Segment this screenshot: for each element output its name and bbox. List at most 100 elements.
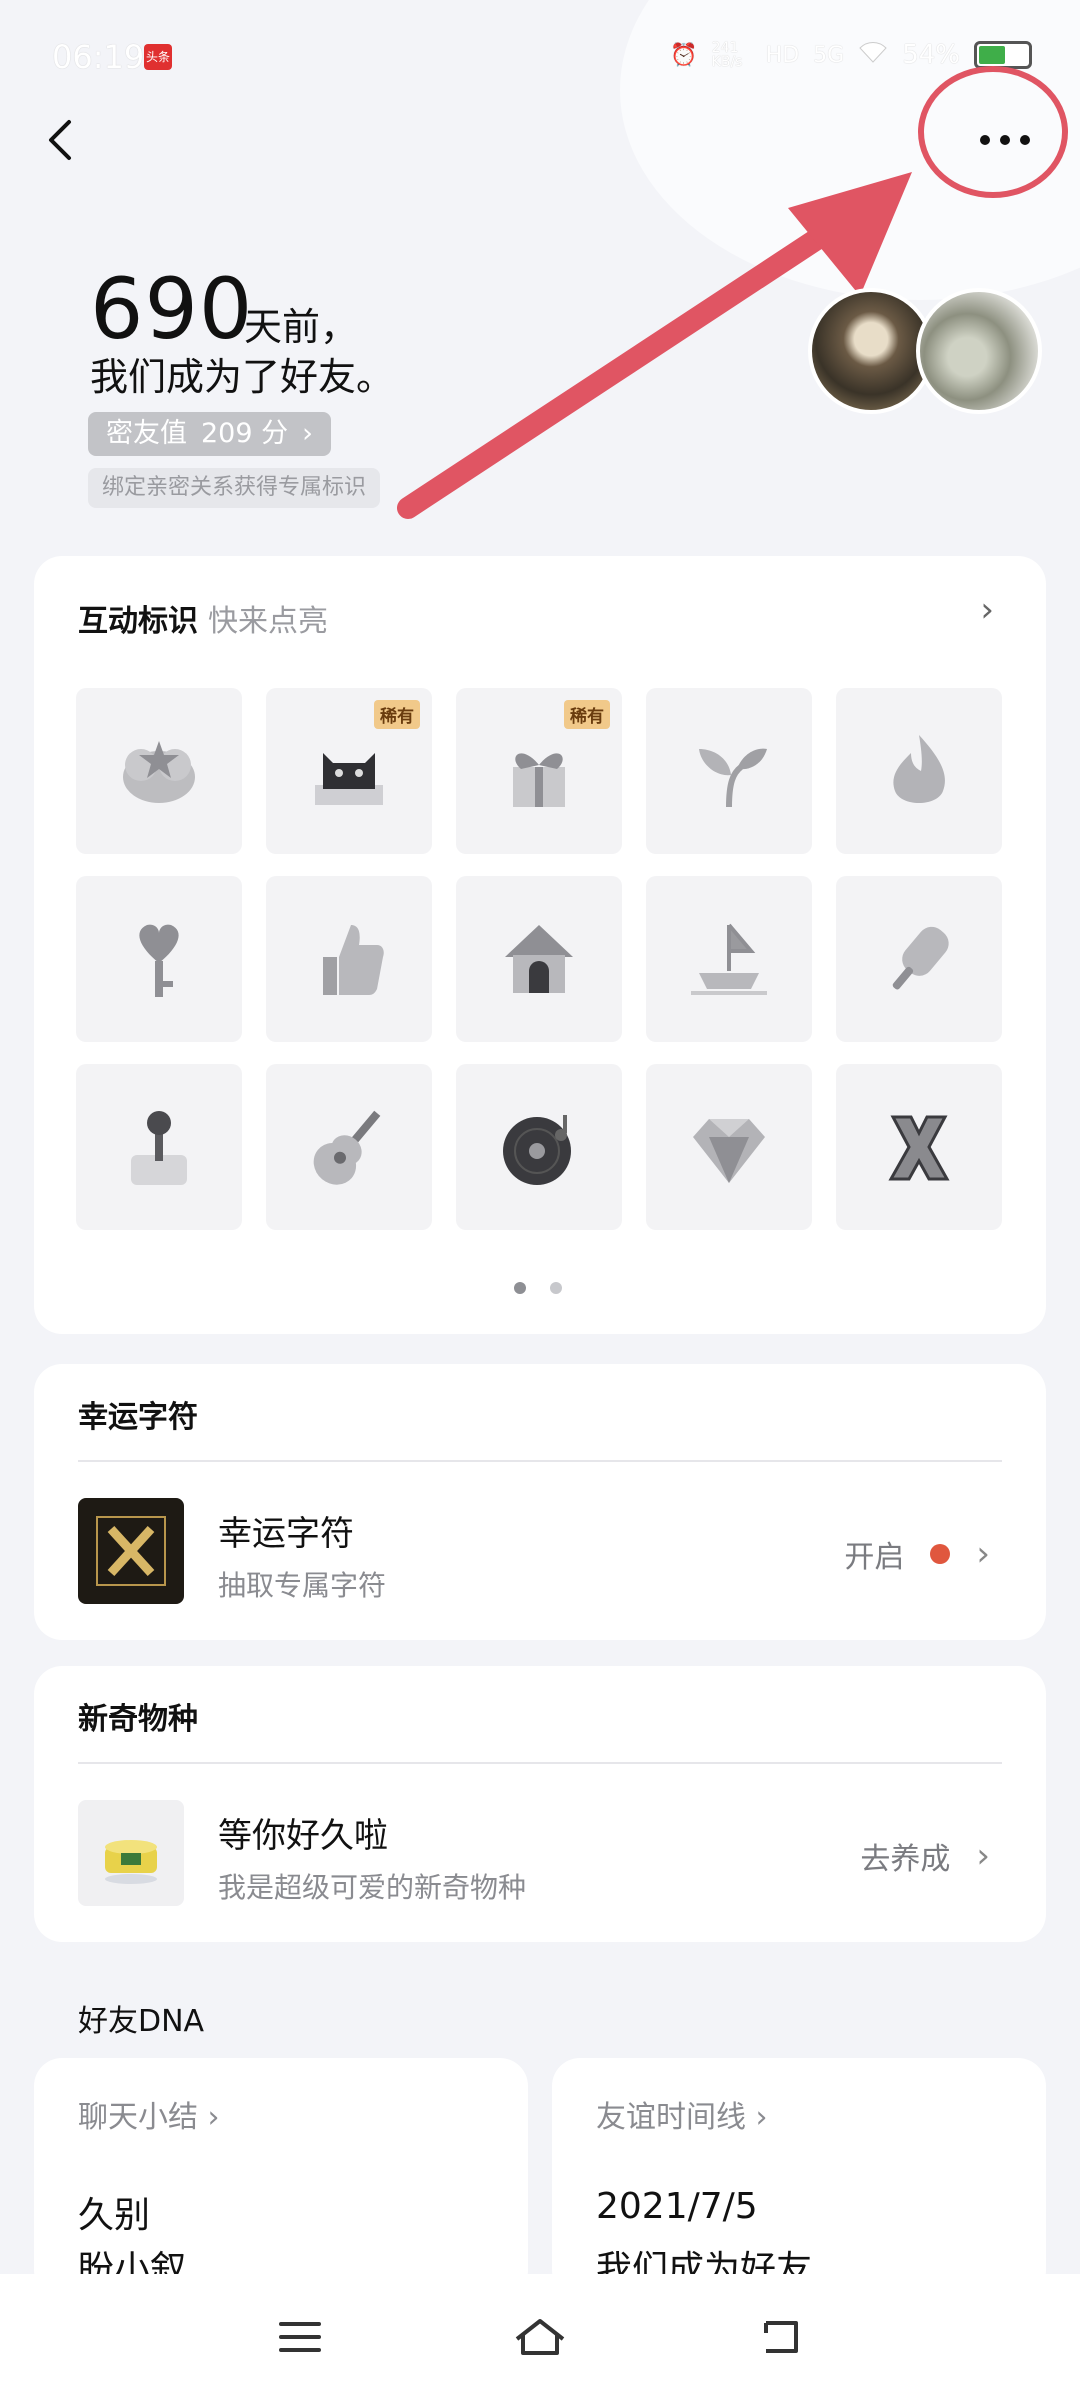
network-speed: 241 KB/s	[711, 40, 743, 70]
badge-diamond[interactable]	[646, 1064, 812, 1230]
news-app-icon: 头条	[144, 44, 172, 70]
home-icon	[515, 2319, 565, 2355]
flame-icon	[893, 735, 945, 803]
chat-summary-card[interactable]: 聊天小结 › 久别 盼小叙	[34, 2058, 528, 2298]
lucky-item-desc: 抽取专属字符	[218, 1569, 387, 1602]
friend-relationship-page: 06:19 头条 ⏰ 241 KB/s HD 5G 54% 690 天前， 我们	[0, 0, 1080, 2400]
badge-sailboat[interactable]	[646, 876, 812, 1042]
friend-dna-title: 好友DNA	[78, 2004, 205, 2039]
species-action-label: 去养成	[860, 1842, 951, 1877]
sprout-icon	[699, 748, 767, 808]
divider	[78, 1762, 1002, 1764]
system-navigation-bar	[0, 2274, 1080, 2400]
friend-avatar[interactable]	[916, 288, 1042, 414]
battery-icon	[974, 41, 1032, 69]
intimacy-label: 密友值	[106, 418, 187, 449]
lucky-item-title: 幸运字符	[218, 1514, 354, 1554]
days-count: 690	[90, 260, 254, 358]
badge-letter-x[interactable]	[836, 1064, 1002, 1230]
chevron-right-icon[interactable]: ›	[980, 590, 994, 630]
badge-star-cloud[interactable]	[76, 688, 242, 854]
guitar-icon	[313, 1110, 381, 1185]
letter-x-icon	[96, 1516, 166, 1586]
menu-icon	[279, 2322, 321, 2352]
badge-thumbs-up[interactable]	[266, 876, 432, 1042]
lucky-open-action[interactable]: 开启 ›	[844, 1532, 990, 1576]
badge-guitar[interactable]	[266, 1064, 432, 1230]
badge-gift-heart[interactable]: 稀有	[456, 688, 622, 854]
species-item-title: 等你好久啦	[218, 1816, 388, 1856]
menu-button[interactable]	[260, 2304, 340, 2370]
status-time: 06:19	[52, 38, 145, 76]
rare-tag: 稀有	[374, 700, 420, 729]
bind-relationship-tip[interactable]: 绑定亲密关系获得专属标识	[88, 468, 381, 508]
species-raise-action[interactable]: 去养成 ›	[860, 1834, 990, 1878]
gift-heart-icon	[513, 753, 565, 807]
friendship-sentence: 我们成为了好友。	[90, 355, 395, 399]
interaction-subtitle: 快来点亮	[208, 604, 328, 639]
species-item-desc: 我是超级可爱的新奇物种	[218, 1871, 527, 1904]
page-indicator	[514, 1282, 562, 1294]
species-title: 新奇物种	[78, 1702, 198, 1737]
lucky-character-thumbnail	[78, 1498, 184, 1604]
badge-black-cat[interactable]: 稀有	[266, 688, 432, 854]
badge-vinyl-record[interactable]	[456, 1064, 622, 1230]
badge-popsicle[interactable]	[836, 876, 1002, 1042]
status-icons: ⏰ 241 KB/s HD 5G 54%	[670, 40, 1032, 70]
interaction-badges-card: 互动标识 快来点亮 › 稀有 稀有	[34, 556, 1046, 1334]
vinyl-record-icon	[503, 1115, 571, 1185]
popsicle-icon	[892, 926, 949, 990]
chevron-right-icon: ›	[755, 2100, 768, 2135]
chevron-right-icon: ›	[976, 1534, 990, 1574]
chat-summary-line1: 久别	[78, 2195, 151, 2236]
star-cloud-icon	[123, 741, 195, 803]
intimacy-value: 209 分	[201, 418, 289, 449]
chevron-right-icon: ›	[302, 418, 313, 449]
status-bar: 06:19 头条 ⏰ 241 KB/s HD 5G 54%	[0, 0, 1080, 110]
badge-flame[interactable]	[836, 688, 1002, 854]
badge-heart-key[interactable]	[76, 876, 242, 1042]
house-icon	[505, 925, 573, 993]
lucky-character-card: 幸运字符 幸运字符 抽取专属字符 开启 ›	[34, 1364, 1046, 1640]
chevron-right-icon: ›	[976, 1836, 990, 1876]
chevron-right-icon: ›	[207, 2100, 220, 2135]
canned-food-icon	[105, 1840, 157, 1884]
battery-percent: 54%	[902, 40, 960, 70]
hd-icon: HD	[765, 42, 800, 68]
alarm-icon: ⏰	[670, 42, 698, 68]
interaction-badges-header[interactable]: 互动标识 快来点亮	[78, 596, 328, 640]
page-dot	[550, 1282, 562, 1294]
interaction-title: 互动标识	[78, 604, 198, 639]
badge-joystick[interactable]	[76, 1064, 242, 1230]
home-button[interactable]	[500, 2304, 580, 2370]
intimacy-score-button[interactable]: 密友值 209 分 ›	[88, 412, 331, 456]
notification-dot	[930, 1544, 951, 1564]
chat-summary-header: 聊天小结 ›	[78, 2092, 220, 2136]
back-button[interactable]	[30, 110, 90, 170]
badge-house[interactable]	[456, 876, 622, 1042]
joystick-icon	[131, 1111, 187, 1185]
timeline-header: 友谊时间线 ›	[596, 2092, 768, 2136]
annotation-circle	[918, 66, 1068, 198]
divider	[78, 1460, 1002, 1462]
friendship-timeline-card[interactable]: 友谊时间线 › 2021/7/5 我们成为好友	[552, 2058, 1046, 2298]
letter-x-icon	[888, 1115, 950, 1181]
sailboat-icon	[691, 923, 767, 995]
timeline-date: 2021/7/5	[596, 2186, 758, 2227]
lucky-title: 幸运字符	[78, 1400, 198, 1435]
black-cat-icon	[315, 753, 383, 805]
days-unit: 天前，	[244, 305, 359, 349]
heart-key-icon	[139, 924, 179, 997]
timeline-label: 友谊时间线	[596, 2100, 746, 2135]
back-nav-button[interactable]	[740, 2304, 820, 2370]
lucky-action-label: 开启	[844, 1540, 905, 1575]
signal-5g-icon: 5G	[813, 42, 845, 68]
chat-summary-label: 聊天小结	[78, 2100, 198, 2135]
badge-sprout[interactable]	[646, 688, 812, 854]
wifi-icon	[858, 40, 888, 70]
rare-tag: 稀有	[564, 700, 610, 729]
chevron-left-icon	[49, 120, 71, 160]
diamond-icon	[693, 1119, 765, 1183]
battery-fill	[979, 46, 1005, 64]
badge-grid: 稀有 稀有	[76, 688, 1002, 1230]
